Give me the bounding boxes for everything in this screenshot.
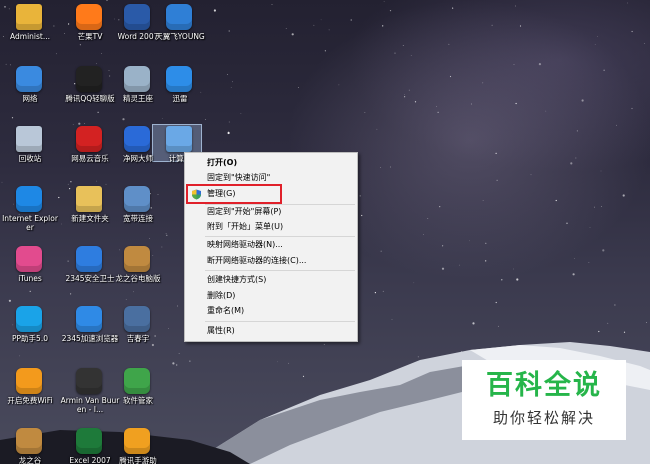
menu-item-rename[interactable]: 重命名(M) [185, 304, 357, 318]
desktop-icon[interactable]: 腾讯手游助 [108, 426, 168, 464]
menu-item-attach-start-menu[interactable]: 附到「开始」菜单(U) [185, 220, 357, 234]
network-icon [16, 66, 42, 92]
desktop-icon-label: 天翼飞YOUNG [155, 32, 205, 41]
menu-item-pin-start-screen[interactable]: 固定到"开始"屏幕(P) [185, 205, 357, 219]
menu-item-pin-quick-access[interactable]: 固定到"快速访问" [185, 171, 357, 185]
mango-tv-icon [76, 4, 102, 30]
desktop-icon[interactable]: 天翼飞YOUNG [150, 2, 210, 62]
desktop-icon[interactable]: 龙之谷电脑版 [108, 244, 168, 304]
desktop-icon-label: 吉春宇 [126, 334, 150, 343]
ie-icon [16, 186, 42, 212]
excel-icon [76, 428, 102, 454]
dragon-nest-icon [16, 428, 42, 454]
browser-icon [76, 306, 102, 332]
desktop-icon-label: 龙之谷 [18, 456, 42, 464]
desktop-icon[interactable]: 开启免费WiFi [0, 366, 60, 426]
xunlei-icon [166, 66, 192, 92]
security-shield-icon [76, 246, 102, 272]
menu-item-disconnect-network-drive[interactable]: 断开网络驱动器的连接(C)... [185, 254, 357, 268]
broadband-icon [124, 186, 150, 212]
watermark-subtitle: 助你轻松解决 [492, 409, 595, 427]
menu-item-create-shortcut[interactable]: 创建快捷方式(S) [185, 273, 357, 287]
desktop-icon-label: 宽带连接 [123, 214, 153, 223]
desktop-icon[interactable]: 吉春宇 [108, 304, 168, 364]
tencent-game-icon [124, 428, 150, 454]
album-icon [76, 368, 102, 394]
game-icon [124, 66, 150, 92]
desktop-icon[interactable]: Internet Explorer [0, 184, 60, 244]
menu-item-map-network-drive[interactable]: 映射网络驱动器(N)... [185, 238, 357, 252]
desktop-icon-label: 软件管家 [123, 396, 153, 405]
watermark-title: 百科全说 [486, 370, 602, 401]
desktop-icon[interactable]: 回收站 [0, 124, 60, 184]
netease-music-icon [76, 126, 102, 152]
shield-a-icon [124, 126, 150, 152]
menu-item-properties[interactable]: 属性(R) [185, 324, 357, 338]
dragon-nest-icon [124, 246, 150, 272]
watermark-badge: 百科全说 助你轻松解决 [462, 360, 626, 440]
desktop-icon-label: 回收站 [18, 154, 42, 163]
qq-icon [76, 66, 102, 92]
menu-separator [205, 236, 355, 237]
folder-icon [76, 186, 102, 212]
desktop-icon[interactable]: iTunes [0, 244, 60, 304]
context-menu: 打开(O) 固定到"快速访问" 管理(G) 固定到"开始"屏幕(P) 附到「开始… [184, 152, 358, 342]
user-folder-icon [16, 4, 42, 30]
recycle-bin-icon [16, 126, 42, 152]
menu-separator [205, 270, 355, 271]
desktop-icon-label: iTunes [18, 274, 42, 283]
pp-assistant-icon [16, 306, 42, 332]
desktop-icon[interactable]: Administ... [0, 2, 60, 62]
desktop-icon[interactable]: 软件管家 [108, 366, 168, 426]
tianyi-icon [166, 4, 192, 30]
menu-separator [205, 321, 355, 322]
desktop-icon-label: 开启免费WiFi [7, 396, 53, 405]
desktop-icon-label: 龙之谷电脑版 [115, 274, 161, 283]
desktop-icon[interactable]: PP助手5.0 [0, 304, 60, 364]
desktop-icon[interactable]: 宽带连接 [108, 184, 168, 244]
desktop-icon-label: Internet Explorer [2, 214, 58, 232]
menu-item-delete[interactable]: 删除(D) [185, 289, 357, 303]
wifi-icon [16, 368, 42, 394]
software-manager-icon [124, 368, 150, 394]
desktop-icon[interactable]: 龙之谷 [0, 426, 60, 464]
photo-icon [124, 306, 150, 332]
desktop-icon[interactable]: 网络 [0, 64, 60, 124]
desktop-icon-label: 迅雷 [172, 94, 188, 103]
desktop-icon-label: 腾讯手游助 [119, 456, 157, 464]
desktop-icon-label: Administ... [10, 32, 50, 41]
itunes-icon [16, 246, 42, 272]
computer-icon [166, 126, 192, 152]
menu-item-open[interactable]: 打开(O) [185, 156, 357, 170]
desktop-icon-label: PP助手5.0 [12, 334, 48, 343]
manage-highlight-box [186, 184, 282, 204]
desktop-icon-label: 网络 [22, 94, 38, 103]
desktop-icon[interactable]: 迅雷 [150, 64, 210, 124]
desktop[interactable]: Administ... 芒果TV Word 2007 天翼飞YOUNG 网络 腾讯QQ轻聊… [0, 0, 650, 464]
word-icon [124, 4, 150, 30]
